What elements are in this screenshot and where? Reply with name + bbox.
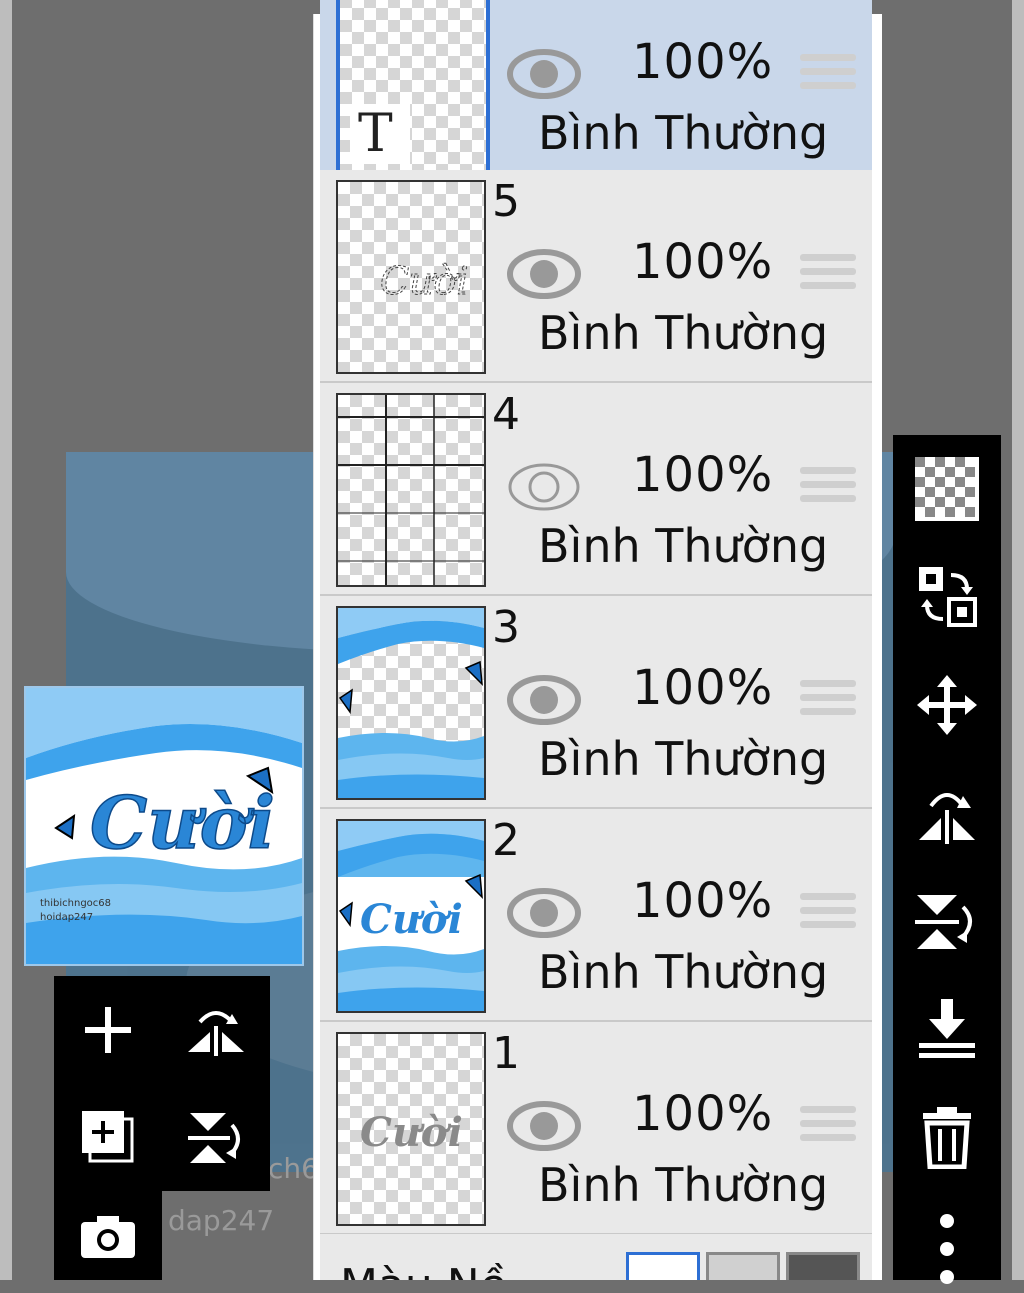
text-layer-icon: T <box>358 104 393 164</box>
canvas-text-fragment: ch6 <box>268 1152 319 1185</box>
layer-thumbnail[interactable]: Cười <box>336 1032 486 1226</box>
drag-handle-icon[interactable] <box>800 54 856 96</box>
layer-blend-mode[interactable]: Bình Thường <box>538 945 828 999</box>
flip-vertical-icon <box>915 895 972 949</box>
canvas-preview[interactable]: Cười thibichngoc68 hoidap247 <box>24 686 304 966</box>
left-frame <box>0 0 12 1280</box>
eye-icon[interactable] <box>506 887 582 939</box>
camera-toolbar <box>54 1191 162 1280</box>
layer1-thumb-text: Cười <box>360 1109 463 1156</box>
layer-number: 1 <box>492 1028 520 1079</box>
more-icon <box>940 1214 954 1284</box>
flip-vertical-button[interactable] <box>893 867 1001 975</box>
swap-layer-button[interactable] <box>893 543 1001 651</box>
camera-button[interactable] <box>54 1191 162 1280</box>
flip-horizontal-button[interactable] <box>162 976 270 1083</box>
layer-tools-toolbar <box>893 435 1001 1284</box>
flip-horizontal-icon <box>919 793 975 844</box>
layer-thumbnail[interactable]: T <box>336 0 490 178</box>
layer-thumb-art <box>338 608 484 798</box>
eye-icon[interactable] <box>506 674 582 726</box>
layer-number: 5 <box>492 176 520 227</box>
add-layer-copy-icon <box>82 1110 134 1162</box>
layer-row[interactable]: Cười 2 100% Bình Thường <box>320 809 872 1022</box>
drag-handle-icon[interactable] <box>800 893 856 935</box>
add-layer-button[interactable] <box>54 976 162 1083</box>
add-layer-icon <box>85 1006 131 1053</box>
merge-down-icon <box>919 999 975 1058</box>
drag-handle-icon[interactable] <box>800 254 856 296</box>
duplicate-layer-button[interactable] <box>54 1083 162 1190</box>
layer-opacity[interactable]: 100% <box>632 1086 773 1142</box>
right-frame <box>1012 0 1024 1280</box>
eye-icon[interactable] <box>506 248 582 300</box>
move-icon <box>917 675 977 735</box>
bg-transparent-swatch[interactable] <box>706 1252 780 1280</box>
layer-actions-toolbar <box>54 976 270 1191</box>
preview-title-text: Cười <box>90 780 275 865</box>
preview-artwork: Cười thibichngoc68 hoidap247 <box>26 688 302 964</box>
layer-opacity[interactable]: 100% <box>632 873 773 929</box>
layer-thumbnail[interactable]: Cười <box>336 819 486 1013</box>
drag-handle-icon[interactable] <box>800 680 856 722</box>
layer-blend-mode[interactable]: Bình Thường <box>538 1158 828 1212</box>
layer-thumb-art: Cười <box>360 1109 463 1156</box>
preview-credit: thibichngoc68 <box>40 898 111 909</box>
grid-lines-art <box>338 395 484 585</box>
layer-number: 2 <box>492 815 520 866</box>
canvas-text-fragment: dap247 <box>168 1204 275 1237</box>
transparency-button[interactable] <box>893 435 1001 543</box>
background-color-row: Màu Nề <box>320 1234 872 1280</box>
layer-blend-mode[interactable]: Bình Thường <box>538 732 828 786</box>
drag-handle-icon[interactable] <box>800 1106 856 1148</box>
layer-thumbnail[interactable] <box>336 393 486 587</box>
flip-vertical-icon <box>188 1112 240 1163</box>
layer-row[interactable]: Cười 5 100% Bình Thường <box>320 170 872 383</box>
layer-opacity[interactable]: 100% <box>632 447 773 503</box>
bg-white-swatch[interactable] <box>626 1252 700 1280</box>
swap-layer-icon <box>919 567 977 627</box>
layer-number: 4 <box>492 389 520 440</box>
drag-handle-icon[interactable] <box>800 467 856 509</box>
layer-thumb-art: Cười <box>380 259 470 304</box>
layer-opacity[interactable]: 100% <box>632 234 773 290</box>
layer-row[interactable]: 4 100% Bình Thường <box>320 383 872 596</box>
transparency-icon <box>915 457 979 521</box>
text-layer-badge: T <box>350 104 410 164</box>
more-options-button[interactable] <box>893 1191 1001 1284</box>
flip-horizontal-icon <box>188 1010 244 1056</box>
layer-blend-mode[interactable]: Bình Thường <box>538 519 828 573</box>
flip-horizontal-button[interactable] <box>893 759 1001 867</box>
delete-layer-button[interactable] <box>893 1083 1001 1191</box>
preview-credit: hoidap247 <box>40 912 93 923</box>
layer-row[interactable]: T 100% Bình Thường <box>320 0 872 183</box>
layer2-thumb-text: Cười <box>360 896 463 943</box>
eye-icon[interactable] <box>506 1100 582 1152</box>
flip-vertical-button[interactable] <box>162 1083 270 1190</box>
camera-icon <box>81 1215 135 1258</box>
layer-row[interactable]: 3 100% Bình Thường <box>320 596 872 809</box>
bg-dark-swatch[interactable] <box>786 1252 860 1280</box>
move-button[interactable] <box>893 651 1001 759</box>
trash-icon <box>923 1107 971 1169</box>
layer-thumbnail[interactable]: Cười <box>336 180 486 374</box>
layer-opacity[interactable]: 100% <box>632 34 773 90</box>
layers-panel: T 100% Bình Thường Cười 5 100% Bình Thườ… <box>313 0 882 1280</box>
layer-thumb-art: Cười <box>338 821 484 1011</box>
merge-down-button[interactable] <box>893 975 1001 1083</box>
layer5-thumb-text: Cười <box>380 259 469 303</box>
layer-blend-mode[interactable]: Bình Thường <box>538 106 828 160</box>
layer-number: 3 <box>492 602 520 653</box>
eye-hidden-icon[interactable] <box>506 461 582 513</box>
background-color-label: Màu Nề <box>340 1260 507 1280</box>
layer-row[interactable]: Cười 1 100% Bình Thường <box>320 1022 872 1235</box>
layer-opacity[interactable]: 100% <box>632 660 773 716</box>
layer-blend-mode[interactable]: Bình Thường <box>538 306 828 360</box>
layer-thumbnail[interactable] <box>336 606 486 800</box>
eye-icon[interactable] <box>506 48 582 100</box>
